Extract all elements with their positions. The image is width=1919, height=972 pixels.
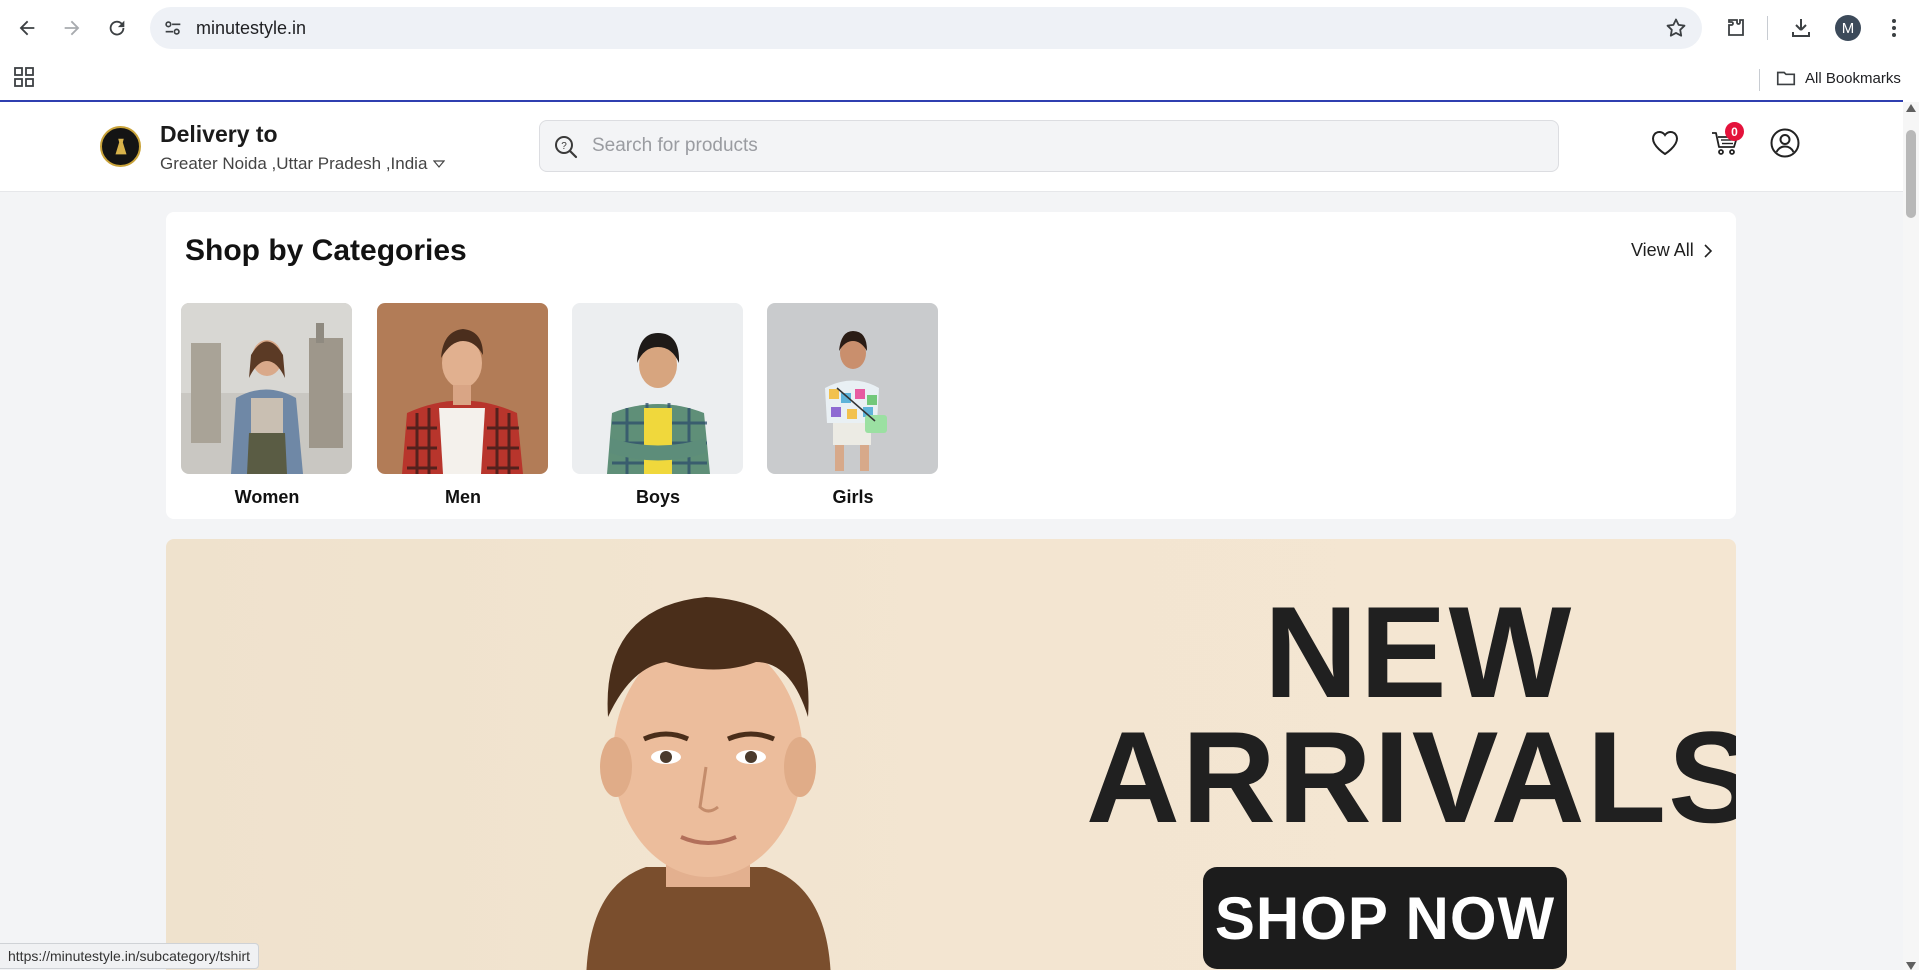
bookmark-star-icon[interactable] — [1664, 16, 1688, 40]
puzzle-icon — [1728, 19, 1744, 36]
account-button[interactable] — [1766, 124, 1804, 162]
url-text: minutestyle.in — [196, 18, 307, 38]
categories-heading: Shop by Categories — [185, 234, 467, 267]
bookmarks-divider — [1759, 69, 1760, 91]
search-icon: ? — [555, 136, 578, 159]
delivery-location-selector[interactable]: Greater Noida ,Uttar Pradesh ,India — [160, 154, 446, 174]
category-men[interactable]: Men — [377, 303, 549, 508]
reload-icon — [109, 20, 125, 36]
page-viewport: Delivery to Greater Noida ,Uttar Pradesh… — [0, 102, 1903, 970]
new-arrivals-banner[interactable]: NEW ARRIVALS SHOP NOW — [166, 539, 1736, 970]
toolbar-divider — [1767, 16, 1768, 40]
extensions-button[interactable] — [1722, 14, 1750, 42]
status-link-preview: https://minutestyle.in/subcategory/tshir… — [0, 943, 259, 969]
category-women-label: Women — [234, 487, 300, 507]
scroll-thumb[interactable] — [1906, 130, 1916, 218]
arrow-left-icon — [19, 20, 35, 36]
profile-avatar[interactable]: M — [1835, 15, 1861, 41]
product-search[interactable]: ? — [539, 120, 1559, 172]
folder-icon — [1776, 71, 1796, 86]
reload-button[interactable] — [99, 10, 135, 46]
scroll-up-arrow-icon[interactable] — [1906, 104, 1916, 112]
wishlist-button[interactable] — [1646, 124, 1684, 162]
back-button[interactable] — [9, 10, 45, 46]
category-men-image — [377, 303, 548, 474]
category-girls-image — [767, 303, 938, 474]
site-logo[interactable] — [100, 126, 141, 167]
category-women[interactable]: Women — [181, 303, 353, 508]
delivery-location-text: Greater Noida ,Uttar Pradesh ,India — [160, 154, 428, 173]
forward-button[interactable] — [54, 10, 90, 46]
all-bookmarks-label: All Bookmarks — [1805, 69, 1901, 87]
cart-count-badge: 0 — [1725, 122, 1744, 141]
search-input[interactable] — [592, 131, 1532, 161]
category-men-label: Men — [445, 487, 481, 507]
svg-text:?: ? — [561, 141, 567, 152]
download-icon — [1792, 19, 1810, 37]
all-bookmarks-button[interactable]: All Bookmarks — [1775, 65, 1901, 91]
kebab-menu-icon — [1892, 19, 1896, 37]
category-girls[interactable]: Girls — [767, 303, 939, 508]
bookmarks-bar: All Bookmarks — [0, 56, 1919, 100]
category-boys-image — [572, 303, 743, 474]
downloads-button[interactable] — [1787, 14, 1815, 42]
chrome-menu-button[interactable] — [1880, 14, 1908, 42]
arrow-right-icon — [64, 20, 80, 36]
caret-down-icon — [433, 160, 446, 168]
scroll-down-arrow-icon[interactable] — [1906, 962, 1916, 970]
browser-toolbar: minutestyle.in M — [0, 0, 1919, 56]
shop-now-button[interactable]: SHOP NOW — [1203, 867, 1567, 969]
categories-section: Shop by Categories View All Women Men Bo… — [166, 212, 1736, 519]
category-women-image — [181, 303, 352, 474]
apps-grid-icon[interactable] — [12, 65, 36, 89]
address-bar[interactable]: minutestyle.in — [150, 7, 1702, 49]
category-boys[interactable]: Boys — [572, 303, 744, 508]
site-settings-icon[interactable] — [162, 17, 184, 39]
view-all-link[interactable]: View All — [1631, 240, 1714, 261]
chevron-right-icon — [1704, 243, 1712, 258]
banner-title-arrivals: ARRIVALS — [1086, 704, 1736, 850]
banner-title-new: NEW — [1264, 579, 1574, 725]
user-icon — [1770, 128, 1800, 158]
site-header: Delivery to Greater Noida ,Uttar Pradesh… — [0, 102, 1903, 192]
logo-dress-icon — [115, 138, 126, 154]
view-all-label: View All — [1631, 240, 1694, 260]
category-boys-label: Boys — [635, 487, 680, 507]
category-girls-label: Girls — [832, 487, 874, 507]
delivery-title: Delivery to — [160, 121, 278, 147]
heart-icon — [1651, 130, 1679, 156]
page-scrollbar[interactable] — [1903, 102, 1919, 970]
